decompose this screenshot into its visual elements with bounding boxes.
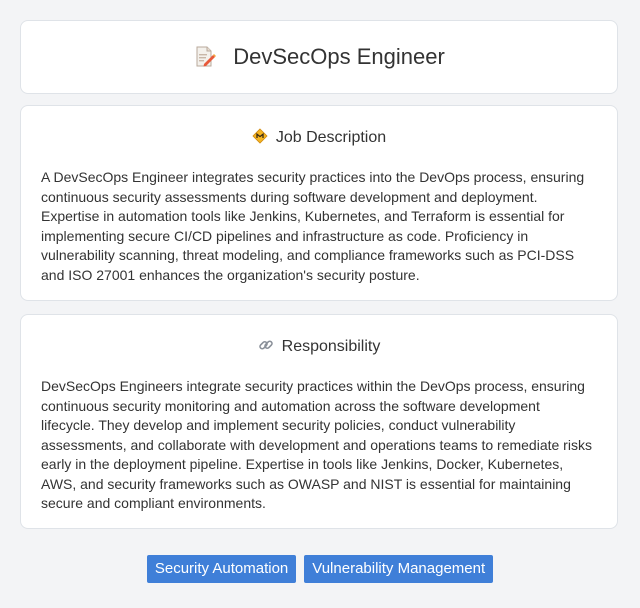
link-icon <box>258 337 274 358</box>
tag-list: Security Automation Vulnerability Manage… <box>0 555 640 583</box>
title-wrap: DevSecOps Engineer <box>193 44 445 70</box>
tag-security-automation[interactable]: Security Automation <box>146 555 297 583</box>
page-title: DevSecOps Engineer <box>233 44 445 69</box>
job-description-card: Job Description A DevSecOps Engineer int… <box>20 105 618 301</box>
responsibility-title: Responsibility <box>281 338 381 355</box>
job-description-icon <box>252 127 268 149</box>
tag-vulnerability-management[interactable]: Vulnerability Management <box>304 555 494 583</box>
responsibility-card: Responsibility DevSecOps Engineers integ… <box>20 314 618 529</box>
job-description-title: Job Description <box>275 129 387 146</box>
job-description-text: A DevSecOps Engineer integrates security… <box>41 169 585 283</box>
document-pencil-icon <box>193 45 217 69</box>
job-description-header: Job Description <box>21 127 617 149</box>
responsibility-text: DevSecOps Engineers integrate security p… <box>41 378 592 511</box>
responsibility-header: Responsibility <box>21 337 617 357</box>
title-card: DevSecOps Engineer <box>20 20 618 94</box>
